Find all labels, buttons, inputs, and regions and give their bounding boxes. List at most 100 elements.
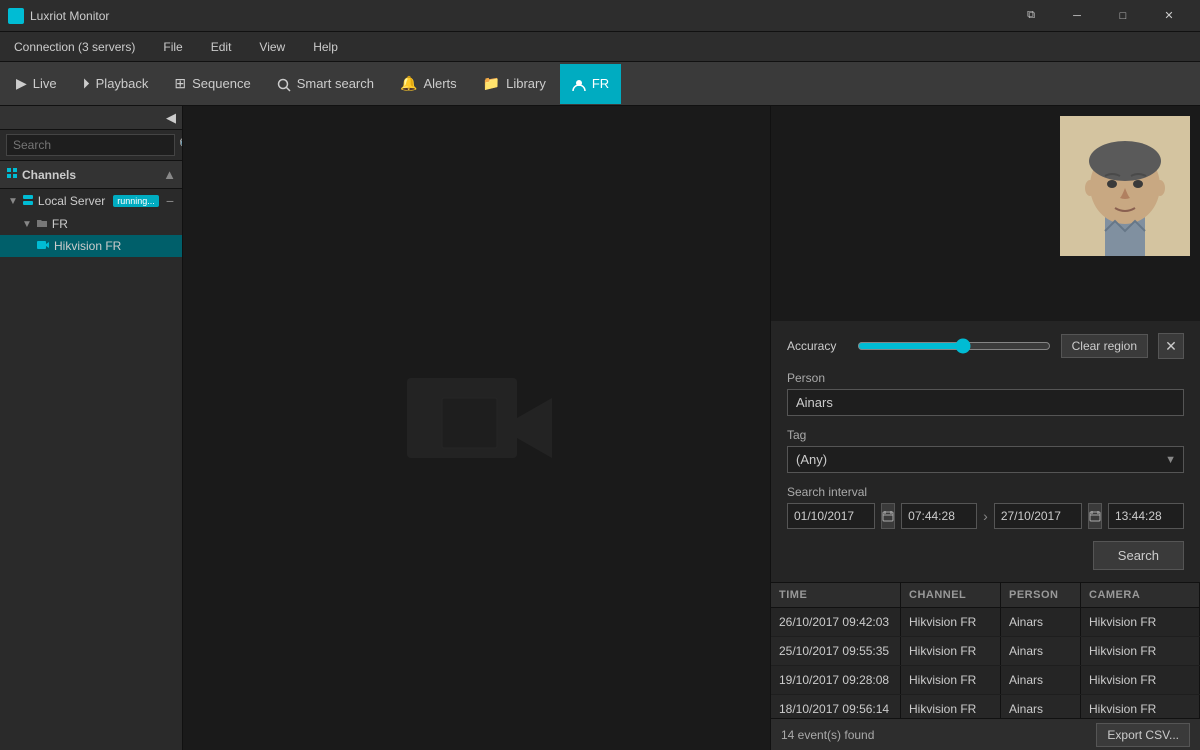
channels-icon xyxy=(6,167,18,182)
table-row[interactable]: 19/10/2017 09:28:08 Hikvision FR Ainars … xyxy=(771,666,1200,695)
calendar-to-button[interactable] xyxy=(1088,503,1102,529)
events-count: 14 event(s) found xyxy=(781,728,874,742)
close-region-button[interactable]: ✕ xyxy=(1158,333,1184,359)
accuracy-slider[interactable] xyxy=(857,338,1051,354)
sidebar-item-fr-folder[interactable]: ▼ FR xyxy=(0,213,182,235)
date-from-input[interactable] xyxy=(787,503,875,529)
live-button[interactable]: ▶ Live xyxy=(4,64,69,104)
smart-search-icon xyxy=(277,75,291,91)
restore-button[interactable]: ⧉ xyxy=(1008,0,1054,32)
help-menu[interactable]: Help xyxy=(307,38,344,56)
export-csv-button[interactable]: Export CSV... xyxy=(1096,723,1190,747)
fr-icon xyxy=(572,75,586,91)
sidebar-item-local-server[interactable]: ▼ Local Server running... − xyxy=(0,189,182,213)
channels-label: Channels xyxy=(22,168,76,182)
column-person: PERSON xyxy=(1001,583,1081,607)
cell-camera: Hikvision FR xyxy=(1081,695,1200,718)
sidebar-item-hikvision-fr[interactable]: Hikvision FR xyxy=(0,235,182,257)
expand-icon: ▼ xyxy=(8,196,18,207)
edit-menu[interactable]: Edit xyxy=(205,38,238,56)
file-menu[interactable]: File xyxy=(157,38,188,56)
maximize-button[interactable]: □ xyxy=(1100,0,1146,32)
server-status-badge: running... xyxy=(113,195,159,207)
search-interval-row: › xyxy=(787,503,1184,529)
server-collapse-button[interactable]: − xyxy=(166,193,174,209)
alerts-button[interactable]: 🔔 Alerts xyxy=(388,64,469,104)
cell-channel: Hikvision FR xyxy=(901,666,1001,694)
app-title: Luxriot Monitor xyxy=(30,9,1008,23)
time-from-input[interactable] xyxy=(901,503,977,529)
live-icon: ▶ xyxy=(16,75,27,92)
sequence-button[interactable]: ⊞ Sequence xyxy=(162,64,262,104)
library-icon: 📁 xyxy=(483,75,500,92)
person-label: Person xyxy=(787,371,1184,385)
person-field-group: Person xyxy=(787,371,1184,416)
table-row[interactable]: 18/10/2017 09:56:14 Hikvision FR Ainars … xyxy=(771,695,1200,718)
time-to-input[interactable] xyxy=(1108,503,1184,529)
library-button[interactable]: 📁 Library xyxy=(471,64,558,104)
face-preview xyxy=(771,106,1200,321)
view-menu[interactable]: View xyxy=(253,38,291,56)
cell-channel: Hikvision FR xyxy=(901,695,1001,718)
video-placeholder xyxy=(183,106,770,750)
sequence-icon: ⊞ xyxy=(174,75,186,92)
column-channel: CHANNEL xyxy=(901,583,1001,607)
column-camera: CAMERA xyxy=(1081,583,1200,607)
connection-menu[interactable]: Connection (3 servers) xyxy=(8,38,141,56)
right-panel: Accuracy Clear region ✕ Person Tag (Any)… xyxy=(770,106,1200,750)
collapse-sidebar-button[interactable]: ◀ xyxy=(0,106,182,130)
main-layout: ◀ 🔍 Channels ▲ ▼ xyxy=(0,106,1200,750)
hikvision-fr-label: Hikvision FR xyxy=(54,239,121,253)
search-input[interactable] xyxy=(6,134,175,156)
toolbar: ▶ Live ⏵ Playback ⊞ Sequence Smart searc… xyxy=(0,62,1200,106)
folder-expand-icon: ▼ xyxy=(22,219,32,230)
face-image xyxy=(1060,116,1190,256)
window-controls: ⧉ ─ □ ✕ xyxy=(1008,0,1192,32)
tag-field-group: Tag (Any) Tagged Untagged ▼ xyxy=(787,428,1184,473)
playback-icon: ⏵ xyxy=(83,75,90,92)
fr-button[interactable]: FR xyxy=(560,64,621,104)
tag-label: Tag xyxy=(787,428,1184,442)
cell-person: Ainars xyxy=(1001,695,1081,718)
table-body: 26/10/2017 09:42:03 Hikvision FR Ainars … xyxy=(771,608,1200,718)
sidebar-search-bar: 🔍 xyxy=(0,130,182,161)
table-footer: 14 event(s) found Export CSV... xyxy=(771,718,1200,750)
folder-icon xyxy=(36,217,48,231)
tag-select[interactable]: (Any) Tagged Untagged xyxy=(787,446,1184,473)
sidebar: ◀ 🔍 Channels ▲ ▼ xyxy=(0,106,183,750)
cell-time: 19/10/2017 09:28:08 xyxy=(771,666,901,694)
menubar: Connection (3 servers) File Edit View He… xyxy=(0,32,1200,62)
clear-region-button[interactable]: Clear region xyxy=(1061,334,1148,358)
accuracy-label: Accuracy xyxy=(787,339,847,353)
collapse-arrow-icon: ◀ xyxy=(166,110,176,126)
minimize-button[interactable]: ─ xyxy=(1054,0,1100,32)
close-button[interactable]: ✕ xyxy=(1146,0,1192,32)
sidebar-tree: ▼ Local Server running... − ▼ xyxy=(0,189,182,750)
playback-button[interactable]: ⏵ Playback xyxy=(71,64,161,104)
date-to-input[interactable] xyxy=(994,503,1082,529)
results-table: TIME CHANNEL PERSON CAMERA 26/10/2017 09… xyxy=(771,582,1200,750)
cell-person: Ainars xyxy=(1001,608,1081,636)
smart-search-button[interactable]: Smart search xyxy=(265,64,386,104)
alerts-icon: 🔔 xyxy=(400,75,417,92)
cell-channel: Hikvision FR xyxy=(901,608,1001,636)
cell-camera: Hikvision FR xyxy=(1081,666,1200,694)
search-interval-label: Search interval xyxy=(787,485,1184,499)
cell-channel: Hikvision FR xyxy=(901,637,1001,665)
cell-camera: Hikvision FR xyxy=(1081,608,1200,636)
accuracy-row: Accuracy Clear region ✕ xyxy=(787,333,1184,359)
calendar-from-button[interactable] xyxy=(881,503,895,529)
person-input[interactable] xyxy=(787,389,1184,416)
titlebar: Luxriot Monitor ⧉ ─ □ ✕ xyxy=(0,0,1200,32)
search-button[interactable]: Search xyxy=(1093,541,1184,570)
search-button-row: Search xyxy=(787,541,1184,570)
cell-time: 18/10/2017 09:56:14 xyxy=(771,695,901,718)
cell-person: Ainars xyxy=(1001,666,1081,694)
table-row[interactable]: 25/10/2017 09:55:35 Hikvision FR Ainars … xyxy=(771,637,1200,666)
column-time: TIME xyxy=(771,583,901,607)
fr-folder-label: FR xyxy=(52,217,68,231)
channels-collapse-icon[interactable]: ▲ xyxy=(163,167,176,182)
local-server-label: Local Server xyxy=(38,194,105,208)
search-interval-group: Search interval › xyxy=(787,485,1184,529)
table-row[interactable]: 26/10/2017 09:42:03 Hikvision FR Ainars … xyxy=(771,608,1200,637)
